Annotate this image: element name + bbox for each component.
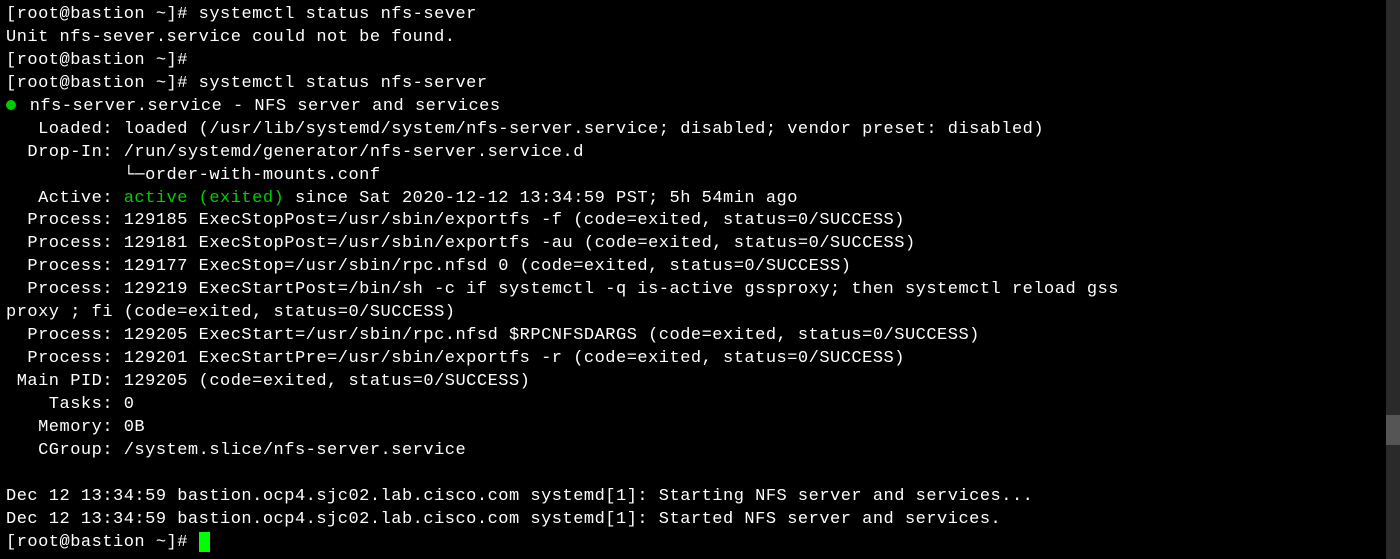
process-line: Process: 129177 ExecStop=/usr/sbin/rpc.n… <box>6 256 1394 279</box>
command-1: systemctl status nfs-sever <box>199 5 477 24</box>
cursor-icon[interactable] <box>199 532 210 552</box>
main-pid-line: Main PID: 129205 (code=exited, status=0/… <box>6 371 1394 394</box>
tasks-line: Tasks: 0 <box>6 394 1394 417</box>
process-line-wrap: proxy ; fi (code=exited, status=0/SUCCES… <box>6 302 1394 325</box>
active-since: since Sat 2020-12-12 13:34:59 PST; 5h 54… <box>284 189 798 208</box>
memory-line: Memory: 0B <box>6 417 1394 440</box>
cgroup-line: CGroup: /system.slice/nfs-server.service <box>6 440 1394 463</box>
active-line: Active: active (exited) since Sat 2020-1… <box>6 188 1394 211</box>
status-dot-icon <box>6 100 16 110</box>
log-line: Dec 12 13:34:59 bastion.ocp4.sjc02.lab.c… <box>6 509 1394 532</box>
shell-prompt: [root@bastion ~]# <box>6 5 199 24</box>
shell-prompt: [root@bastion ~]# <box>6 74 199 93</box>
process-line: Process: 129201 ExecStartPre=/usr/sbin/e… <box>6 348 1394 371</box>
prompt-line-4: [root@bastion ~]# <box>6 532 1394 555</box>
process-line: Process: 129219 ExecStartPost=/bin/sh -c… <box>6 279 1394 302</box>
process-line: Process: 129205 ExecStart=/usr/sbin/rpc.… <box>6 325 1394 348</box>
error-line: Unit nfs-sever.service could not be foun… <box>6 27 1394 50</box>
shell-prompt: [root@bastion ~]# <box>6 533 199 552</box>
prompt-line-1: [root@bastion ~]# systemctl status nfs-s… <box>6 4 1394 27</box>
dropin-line: Drop-In: /run/systemd/generator/nfs-serv… <box>6 142 1394 165</box>
log-line: Dec 12 13:34:59 bastion.ocp4.sjc02.lab.c… <box>6 486 1394 509</box>
process-line: Process: 129185 ExecStopPost=/usr/sbin/e… <box>6 210 1394 233</box>
command-2: systemctl status nfs-server <box>199 74 488 93</box>
active-label: Active: <box>6 189 124 208</box>
prompt-line-2: [root@bastion ~]# <box>6 50 1394 73</box>
service-title: nfs-server.service - NFS server and serv… <box>19 97 501 116</box>
process-line: Process: 129181 ExecStopPost=/usr/sbin/e… <box>6 233 1394 256</box>
loaded-line: Loaded: loaded (/usr/lib/systemd/system/… <box>6 119 1394 142</box>
prompt-line-3: [root@bastion ~]# systemctl status nfs-s… <box>6 73 1394 96</box>
dropin-sub-line: └─order-with-mounts.conf <box>6 165 1394 188</box>
service-header: nfs-server.service - NFS server and serv… <box>6 96 1394 119</box>
shell-prompt: [root@bastion ~]# <box>6 51 199 70</box>
scrollbar-track[interactable] <box>1386 0 1400 559</box>
blank-line <box>6 463 1394 486</box>
terminal-output[interactable]: [root@bastion ~]# systemctl status nfs-s… <box>6 4 1394 555</box>
active-status: active (exited) <box>124 189 285 208</box>
scrollbar-thumb[interactable] <box>1386 415 1400 445</box>
